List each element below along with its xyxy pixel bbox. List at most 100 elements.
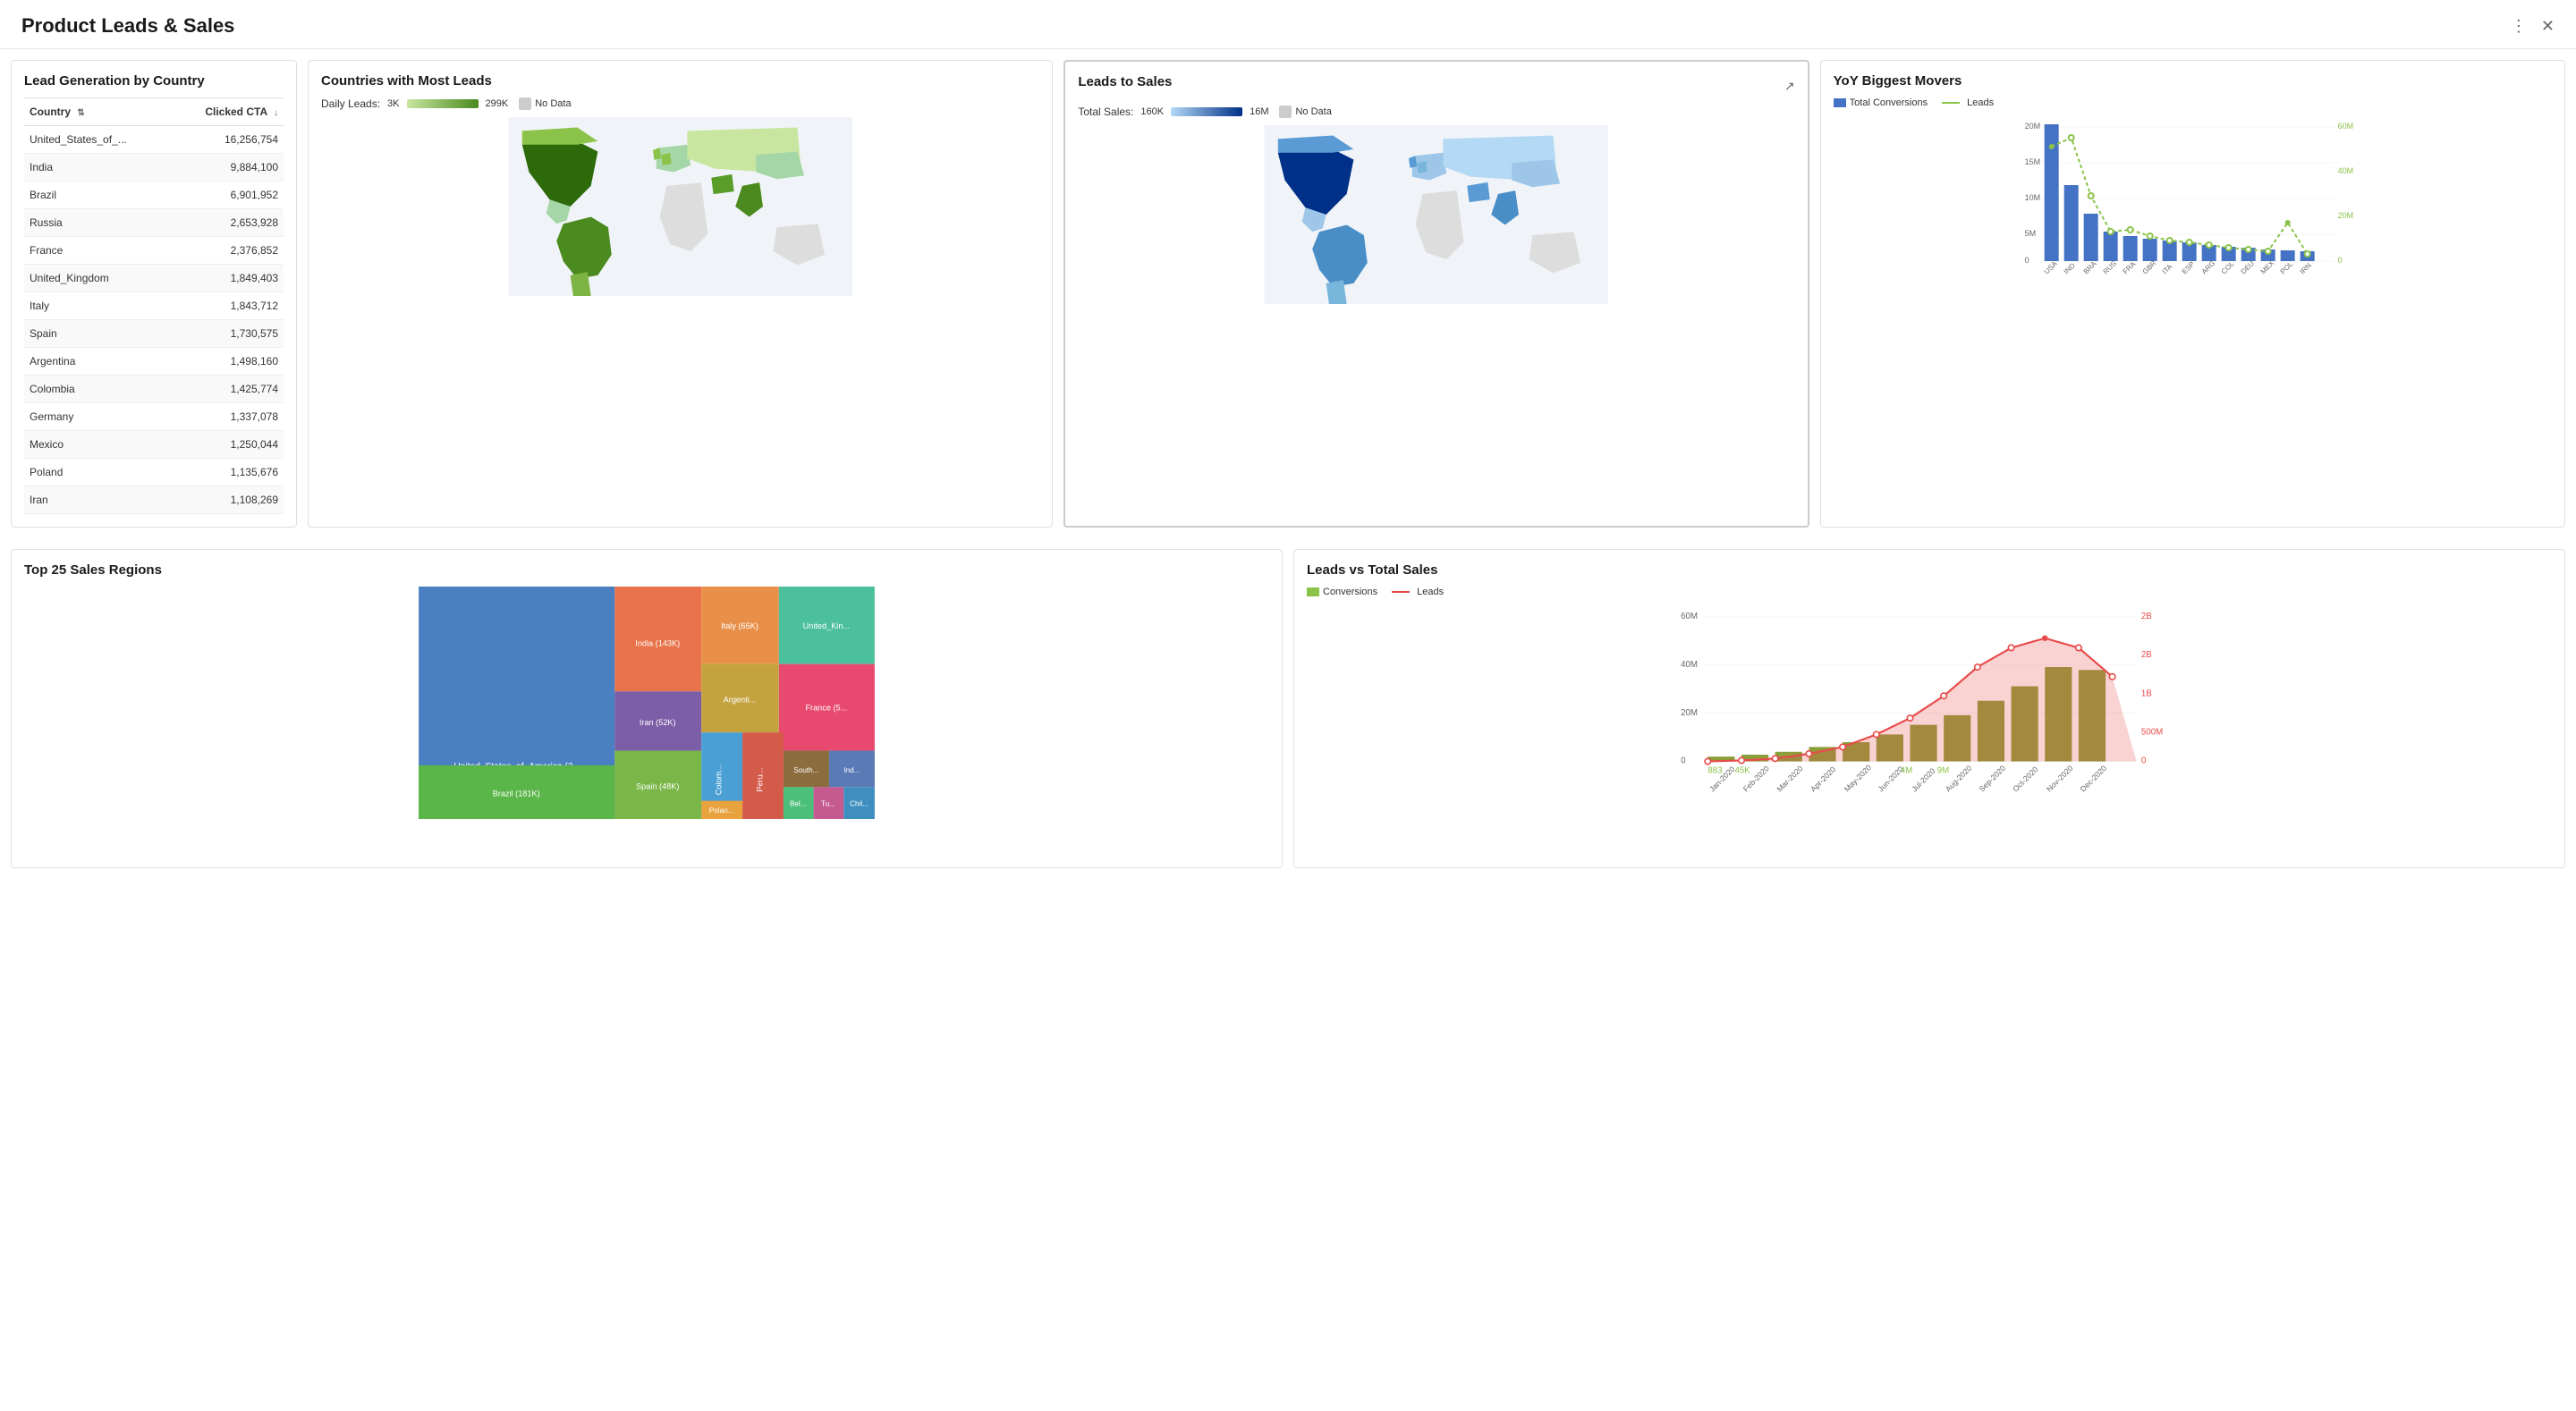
leads-min-val: Daily Leads: xyxy=(321,97,380,110)
uk-sales xyxy=(1409,156,1417,168)
svg-text:Ind...: Ind... xyxy=(843,766,860,774)
lvs-legend: Conversions Leads xyxy=(1307,587,2552,597)
world-map-sales xyxy=(1078,125,1794,304)
svg-text:40M: 40M xyxy=(2337,166,2353,175)
svg-text:Mar-2020: Mar-2020 xyxy=(1775,764,1804,793)
svg-text:FRA: FRA xyxy=(2121,259,2137,275)
svg-text:60M: 60M xyxy=(1681,612,1698,621)
svg-text:0: 0 xyxy=(2337,256,2342,265)
leads-max-num: 299K xyxy=(486,98,509,109)
lead-table: Country ⇅ Clicked CTA ↓ United_States_of… xyxy=(24,97,284,514)
leads-to-sales-title: Leads to Sales xyxy=(1078,74,1172,89)
svg-text:20M: 20M xyxy=(2024,122,2040,131)
svg-text:45K: 45K xyxy=(1734,765,1750,775)
france-shape xyxy=(661,153,672,165)
svg-text:Tu...: Tu... xyxy=(821,800,835,808)
yoy-line-label: Leads xyxy=(1967,97,1994,108)
yoy-chart: 20M 15M 10M 5M 0 60M 40M 20M 0 xyxy=(1834,115,2552,294)
svg-text:Spain (48K): Spain (48K) xyxy=(636,782,679,790)
cta-cell: 16,256,754 xyxy=(170,126,284,154)
lvs-bar-label: Conversions xyxy=(1323,587,1377,597)
svg-text:RUS: RUS xyxy=(2101,259,2117,275)
country-cell: United_States_of_... xyxy=(24,126,170,154)
dashboard-top-grid: Lead Generation by Country Country ⇅ Cli… xyxy=(0,49,2576,549)
table-row: Mexico1,250,044 xyxy=(24,431,284,459)
svg-text:ESP: ESP xyxy=(2180,260,2196,276)
leads-vs-sales-panel: Leads vs Total Sales Conversions Leads 6… xyxy=(1293,549,2565,868)
cta-cell: 1,730,575 xyxy=(170,320,284,348)
world-map-leads xyxy=(321,117,1039,296)
svg-text:Sep-2020: Sep-2020 xyxy=(1978,764,2008,794)
svg-text:40M: 40M xyxy=(1681,660,1698,670)
expand-icon[interactable]: ↗ xyxy=(1784,79,1795,94)
table-row: Italy1,843,712 xyxy=(24,292,284,320)
lvs-bar-color xyxy=(1307,587,1319,596)
france-sales xyxy=(1417,161,1428,173)
iran-shape xyxy=(711,174,733,194)
table-row: Brazil6,901,952 xyxy=(24,182,284,209)
most-leads-legend: Daily Leads: 3K 299K No Data xyxy=(321,97,1039,110)
svg-text:Italy (65K): Italy (65K) xyxy=(721,621,758,630)
menu-icon[interactable]: ⋮ xyxy=(2511,17,2527,36)
country-cell: Iran xyxy=(24,486,170,514)
country-cell: Poland xyxy=(24,459,170,486)
svg-text:Polan...: Polan... xyxy=(709,807,734,815)
svg-text:Apr-2020: Apr-2020 xyxy=(1809,765,1837,793)
svg-text:20M: 20M xyxy=(2337,211,2353,220)
table-row: Spain1,730,575 xyxy=(24,320,284,348)
cta-cell: 1,337,078 xyxy=(170,403,284,431)
country-cell: Argentina xyxy=(24,348,170,376)
lvs-line-label: Leads xyxy=(1417,587,1444,597)
iran-sales xyxy=(1468,182,1490,202)
svg-text:Argenti...: Argenti... xyxy=(724,695,757,704)
cta-col-header[interactable]: Clicked CTA ↓ xyxy=(170,98,284,126)
table-row: United_Kingdom1,849,403 xyxy=(24,265,284,292)
most-leads-panel: Countries with Most Leads Daily Leads: 3… xyxy=(308,60,1053,528)
table-row: Iran1,108,269 xyxy=(24,486,284,514)
cta-cell: 6,901,952 xyxy=(170,182,284,209)
svg-text:0: 0 xyxy=(2024,256,2029,265)
close-icon[interactable]: ✕ xyxy=(2541,17,2555,36)
sales-nodata-box xyxy=(1279,106,1292,118)
svg-text:2B: 2B xyxy=(2141,650,2152,660)
uk-shape xyxy=(653,148,661,160)
table-row: Colombia1,425,774 xyxy=(24,376,284,403)
most-leads-map xyxy=(321,117,1039,296)
table-row: United_States_of_...16,256,754 xyxy=(24,126,284,154)
country-cell: Mexico xyxy=(24,431,170,459)
lead-generation-title: Lead Generation by Country xyxy=(24,73,284,89)
header-icons: ⋮ ✕ xyxy=(2511,17,2555,36)
lvs-bar-legend: Conversions xyxy=(1307,587,1377,597)
leads-gradient-bar xyxy=(407,99,479,108)
svg-text:BRA: BRA xyxy=(2081,259,2097,275)
page-title: Product Leads & Sales xyxy=(21,14,234,38)
svg-text:USA: USA xyxy=(2042,259,2058,275)
lvs-line-color xyxy=(1392,591,1410,593)
svg-text:10M: 10M xyxy=(2024,193,2040,202)
svg-text:GBR: GBR xyxy=(2140,259,2157,276)
svg-text:DEU: DEU xyxy=(2239,259,2255,275)
leads-nodata-legend: No Data xyxy=(519,97,571,110)
top25-title: Top 25 Sales Regions xyxy=(24,562,1269,578)
svg-text:May-2020: May-2020 xyxy=(1843,763,1873,793)
svg-text:Jul-2020: Jul-2020 xyxy=(1910,766,1937,794)
sort-icon-cta: ↓ xyxy=(274,108,278,118)
sales-min-num: 160K xyxy=(1140,106,1164,117)
svg-text:IRN: IRN xyxy=(2298,261,2312,275)
cta-cell: 9,884,100 xyxy=(170,154,284,182)
svg-text:Brazil (181K): Brazil (181K) xyxy=(493,790,540,798)
svg-text:POL: POL xyxy=(2278,259,2294,275)
country-cell: Spain xyxy=(24,320,170,348)
yoy-bar-color xyxy=(1834,98,1846,107)
svg-text:France (5...: France (5... xyxy=(805,704,847,713)
country-col-header[interactable]: Country ⇅ xyxy=(24,98,170,126)
svg-text:5M: 5M xyxy=(2024,229,2036,238)
svg-text:500M: 500M xyxy=(2141,727,2163,737)
svg-text:Peru...: Peru... xyxy=(755,768,764,792)
cta-cell: 2,653,928 xyxy=(170,209,284,237)
table-row: Germany1,337,078 xyxy=(24,403,284,431)
svg-text:Iran (52K): Iran (52K) xyxy=(640,718,676,727)
argentina-shape xyxy=(571,272,591,296)
lead-generation-panel: Lead Generation by Country Country ⇅ Cli… xyxy=(11,60,297,528)
country-cell: Colombia xyxy=(24,376,170,403)
